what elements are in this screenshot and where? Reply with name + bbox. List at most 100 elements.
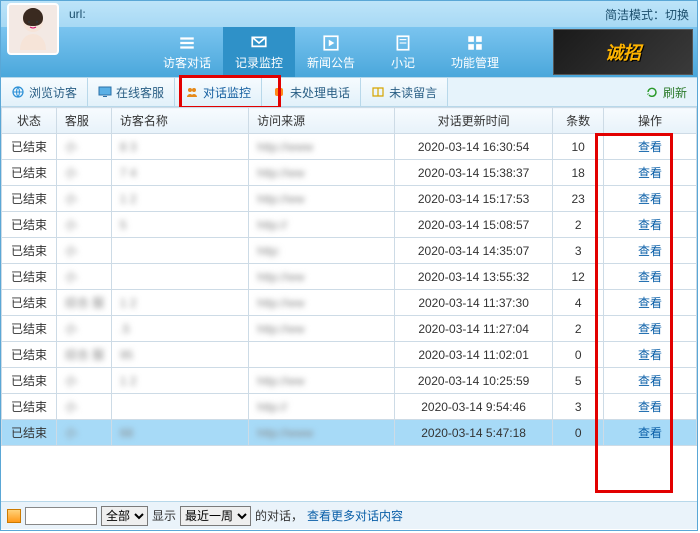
- user-avatar[interactable]: [7, 3, 63, 67]
- promo-banner[interactable]: 诚招: [553, 29, 693, 75]
- col-cnt[interactable]: 条数: [553, 108, 604, 134]
- col-src[interactable]: 访问来源: [249, 108, 395, 134]
- main-nav: 访客对话 记录监控 新闻公告 小记 功能管理 诚招: [1, 27, 697, 77]
- table-row[interactable]: 已结束小http://2020-03-14 9:54:463查看: [2, 394, 697, 420]
- view-link[interactable]: 查看: [638, 244, 662, 258]
- table-row[interactable]: 已结束小http:2020-03-14 14:35:073查看: [2, 238, 697, 264]
- tab-label: 在线客服: [116, 84, 164, 101]
- refresh-label: 刷新: [663, 84, 687, 101]
- cell-name: 95: [111, 342, 248, 368]
- view-link[interactable]: 查看: [638, 374, 662, 388]
- table-row[interactable]: 已结束小68http://www2020-03-14 5:47:180查看: [2, 420, 697, 446]
- table-row[interactable]: 已结束小1 2http://ww2020-03-14 15:17:5323查看: [2, 186, 697, 212]
- cell-time: 2020-03-14 9:54:46: [394, 394, 552, 420]
- nav-news[interactable]: 新闻公告: [295, 27, 367, 77]
- cell-status: 已结束: [2, 134, 57, 160]
- cell-op: 查看: [604, 134, 697, 160]
- table-row[interactable]: 已结束小 5http://2020-03-14 15:08:572查看: [2, 212, 697, 238]
- cell-cnt: 3: [553, 238, 604, 264]
- cell-time: 2020-03-14 14:35:07: [394, 238, 552, 264]
- tab-dialog-monitor[interactable]: 对话监控: [175, 78, 262, 106]
- view-link[interactable]: 查看: [638, 270, 662, 284]
- cell-time: 2020-03-14 11:27:04: [394, 316, 552, 342]
- cell-op: 查看: [604, 290, 697, 316]
- table-row[interactable]: 已结束综合 服1 2http://ww2020-03-14 11:37:304查…: [2, 290, 697, 316]
- show-label: 显示: [152, 507, 176, 524]
- cell-name: [111, 394, 248, 420]
- table-row[interactable]: 已结束小 .5http://ww2020-03-14 11:27:042查看: [2, 316, 697, 342]
- view-link[interactable]: 查看: [638, 296, 662, 310]
- cell-cs: 小: [56, 212, 111, 238]
- cell-name: 1 2: [111, 290, 248, 316]
- nav-label: 新闻公告: [307, 54, 355, 71]
- cell-cs: 小: [56, 316, 111, 342]
- refresh-icon: [645, 85, 659, 99]
- nav-note[interactable]: 小记: [367, 27, 439, 77]
- cell-time: 2020-03-14 10:25:59: [394, 368, 552, 394]
- table-row[interactable]: 已结束综合 服 952020-03-14 11:02:010查看: [2, 342, 697, 368]
- cell-status: 已结束: [2, 290, 57, 316]
- cell-name: [111, 238, 248, 264]
- people-icon: [185, 85, 199, 99]
- cell-op: 查看: [604, 264, 697, 290]
- tab-label: 未读留言: [389, 84, 437, 101]
- cell-cnt: 2: [553, 316, 604, 342]
- cell-cs: 小: [56, 238, 111, 264]
- col-op[interactable]: 操作: [604, 108, 697, 134]
- cell-src: http://ww: [249, 160, 395, 186]
- view-link[interactable]: 查看: [638, 322, 662, 336]
- col-cs[interactable]: 客服: [56, 108, 111, 134]
- table-row[interactable]: 已结束小8 3http://www2020-03-14 16:30:5410查看: [2, 134, 697, 160]
- cell-op: 查看: [604, 186, 697, 212]
- tab-unhandled-call[interactable]: 未处理电话: [262, 78, 361, 106]
- cell-name: 1 2: [111, 186, 248, 212]
- tab-online-cs[interactable]: 在线客服: [88, 78, 175, 106]
- footer-period-select[interactable]: 最近一周: [180, 506, 251, 526]
- footer-search-box[interactable]: [25, 507, 97, 525]
- col-status[interactable]: 状态: [2, 108, 57, 134]
- cell-status: 已结束: [2, 394, 57, 420]
- table-row[interactable]: 已结束小1 2http://ww2020-03-14 10:25:595查看: [2, 368, 697, 394]
- book-icon: [371, 85, 385, 99]
- cell-name: 1 2: [111, 368, 248, 394]
- cell-name: 5: [111, 212, 248, 238]
- cell-cs: 小: [56, 160, 111, 186]
- col-name[interactable]: 访客名称: [111, 108, 248, 134]
- cell-time: 2020-03-14 15:08:57: [394, 212, 552, 238]
- table-row[interactable]: 已结束小7 4http://ww2020-03-14 15:38:3718查看: [2, 160, 697, 186]
- cell-status: 已结束: [2, 342, 57, 368]
- nav-label: 记录监控: [235, 54, 283, 71]
- tab-label: 对话监控: [203, 84, 251, 101]
- refresh-button[interactable]: 刷新: [635, 78, 697, 106]
- cell-status: 已结束: [2, 420, 57, 446]
- cell-op: 查看: [604, 212, 697, 238]
- view-link[interactable]: 查看: [638, 218, 662, 232]
- cell-cs: 综合 服: [56, 342, 111, 368]
- view-link[interactable]: 查看: [638, 166, 662, 180]
- cell-cnt: 3: [553, 394, 604, 420]
- cell-name: 7 4: [111, 160, 248, 186]
- more-dialog-link[interactable]: 查看更多对话内容: [307, 507, 403, 524]
- nav-feature-mgmt[interactable]: 功能管理: [439, 27, 511, 77]
- col-time[interactable]: 对话更新时间: [394, 108, 552, 134]
- compact-mode-toggle[interactable]: 简洁模式：切换: [605, 6, 689, 23]
- nav-visitor-chat[interactable]: 访客对话: [151, 27, 223, 77]
- cell-cs: 小: [56, 264, 111, 290]
- view-link[interactable]: 查看: [638, 348, 662, 362]
- view-link[interactable]: 查看: [638, 426, 662, 440]
- tab-browse-visitors[interactable]: 浏览访客: [1, 78, 88, 106]
- view-link[interactable]: 查看: [638, 400, 662, 414]
- footer-filter-select[interactable]: 全部: [101, 506, 148, 526]
- view-link[interactable]: 查看: [638, 140, 662, 154]
- table-row[interactable]: 已结束小http://ww2020-03-14 13:55:3212查看: [2, 264, 697, 290]
- nav-record-monitor[interactable]: 记录监控: [223, 27, 295, 77]
- tab-unread-msg[interactable]: 未读留言: [361, 78, 448, 106]
- cell-name: 68: [111, 420, 248, 446]
- monitor-icon: [98, 85, 112, 99]
- cell-op: 查看: [604, 160, 697, 186]
- view-link[interactable]: 查看: [638, 192, 662, 206]
- cell-status: 已结束: [2, 264, 57, 290]
- phone-icon: [272, 85, 286, 99]
- cell-src: http://ww: [249, 368, 395, 394]
- cell-src: http://www: [249, 134, 395, 160]
